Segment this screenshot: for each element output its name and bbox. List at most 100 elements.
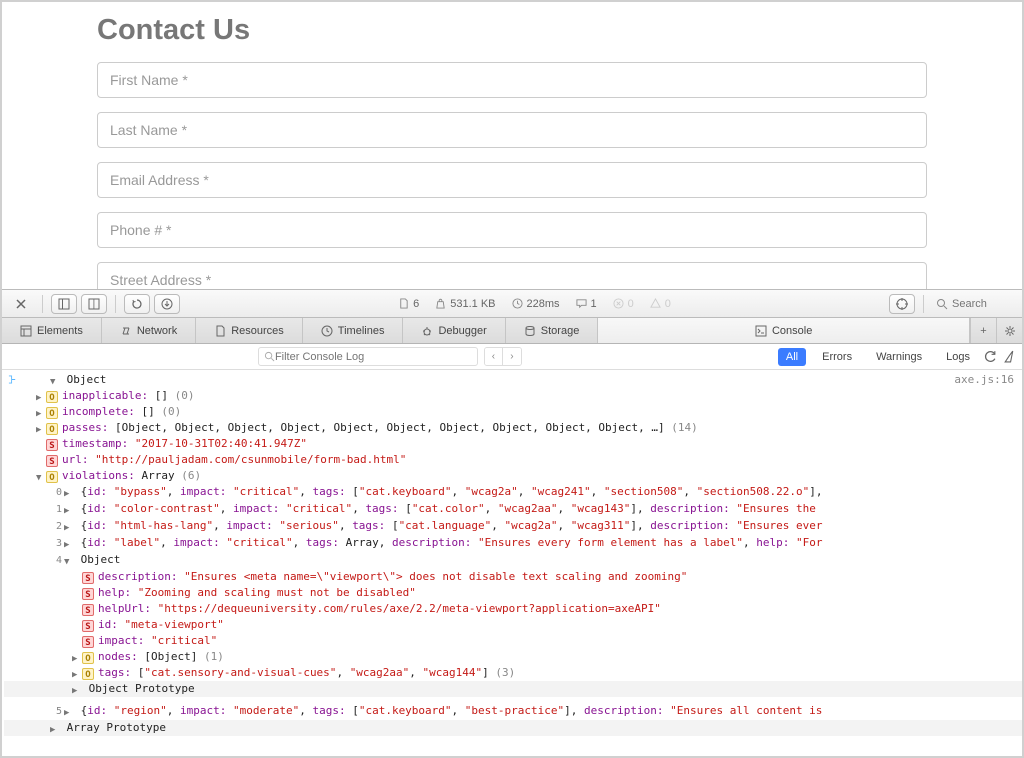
violation-row[interactable]: 3 {id: "label", impact: "critical", tags… — [4, 535, 1022, 552]
tab-console[interactable]: Console — [598, 318, 970, 343]
tab-debugger[interactable]: Debugger — [403, 318, 505, 343]
phone-input[interactable] — [97, 212, 927, 248]
violation-row[interactable]: 2 {id: "html-has-lang", impact: "serious… — [4, 518, 1022, 535]
gear-icon — [1004, 325, 1016, 337]
log-count: 1 — [570, 294, 603, 314]
prototype-row[interactable]: Object Prototype — [4, 681, 1022, 697]
warning-count: 0 — [644, 294, 677, 314]
file-icon — [398, 298, 409, 309]
dock-left-icon — [58, 298, 70, 310]
reload-button[interactable] — [124, 294, 150, 314]
devtools-toolbar: 6 531.1 KB 228ms 1 0 0 — [2, 290, 1022, 318]
disclosure-icon[interactable] — [64, 520, 74, 530]
object-glyph-icon: O — [82, 668, 94, 680]
disclosure-icon[interactable] — [64, 705, 74, 715]
string-glyph-icon: S — [46, 455, 58, 467]
filter-logs[interactable]: Logs — [938, 348, 978, 366]
dock-right-button[interactable] — [81, 294, 107, 314]
refresh-button[interactable] — [984, 350, 997, 363]
close-icon — [15, 298, 27, 310]
disclosure-icon[interactable] — [72, 651, 82, 661]
broom-icon — [1003, 350, 1016, 363]
disclosure-icon[interactable] — [64, 537, 74, 547]
object-label: Object — [67, 373, 107, 386]
filter-errors[interactable]: Errors — [814, 348, 860, 366]
download-button[interactable] — [154, 294, 180, 314]
tab-storage[interactable]: Storage — [506, 318, 599, 343]
string-glyph-icon: S — [82, 572, 94, 584]
violation-row[interactable]: 0 {id: "bypass", impact: "critical", tag… — [4, 484, 1022, 501]
string-glyph-icon: S — [82, 636, 94, 648]
disclosure-icon[interactable] — [72, 683, 82, 693]
prototype-row[interactable]: Array Prototype — [4, 720, 1022, 736]
chat-icon — [576, 298, 587, 309]
email-input[interactable] — [97, 162, 927, 198]
tree-root[interactable]: Object — [4, 372, 1022, 388]
violation-row[interactable]: 4 Object — [4, 552, 1022, 569]
filter-all[interactable]: All — [778, 348, 806, 366]
search-icon — [936, 298, 948, 310]
error-icon — [613, 298, 624, 309]
tab-elements[interactable]: Elements — [2, 318, 102, 343]
violation-row[interactable]: 1 {id: "color-contrast", impact: "critic… — [4, 501, 1022, 518]
dock-left-button[interactable] — [51, 294, 77, 314]
disclosure-icon[interactable] — [64, 486, 74, 496]
string-glyph-icon: S — [82, 588, 94, 600]
disclosure-icon[interactable] — [72, 667, 82, 677]
string-glyph-icon: S — [46, 439, 58, 451]
page-title: Contact Us — [97, 14, 927, 47]
debugger-icon — [421, 325, 433, 337]
toolbar-search-input[interactable] — [952, 298, 1012, 310]
tab-resources[interactable]: Resources — [196, 318, 303, 343]
elements-icon — [20, 325, 32, 337]
download-icon — [161, 298, 173, 310]
devtools-panel: 6 531.1 KB 228ms 1 0 0 — [2, 289, 1022, 756]
disclosure-icon[interactable] — [36, 422, 46, 432]
tab-timelines[interactable]: Timelines — [303, 318, 404, 343]
load-time: 228ms — [506, 294, 566, 314]
first-name-input[interactable] — [97, 62, 927, 98]
devtools-tabs: Elements Network Resources Timelines Deb… — [2, 318, 1022, 344]
prev-match-button[interactable]: ‹ — [485, 348, 503, 365]
storage-icon — [524, 325, 536, 337]
disclosure-icon[interactable] — [64, 503, 74, 513]
add-tab-button[interactable]: + — [970, 318, 996, 343]
next-match-button[interactable]: › — [503, 348, 521, 365]
page-content: Contact Us — [2, 2, 1022, 289]
tab-network[interactable]: Network — [102, 318, 196, 343]
console-icon — [755, 325, 767, 337]
reload-icon — [131, 298, 143, 310]
warning-icon — [650, 298, 661, 309]
disclosure-icon[interactable] — [36, 390, 46, 400]
disclosure-icon[interactable] — [50, 374, 60, 384]
resources-icon — [214, 325, 226, 337]
console-output[interactable]: axe.js:16 Object Oinapplicable: [] (0) O… — [2, 370, 1022, 756]
close-button[interactable] — [8, 294, 34, 314]
string-glyph-icon: S — [82, 620, 94, 632]
timelines-icon — [321, 325, 333, 337]
object-glyph-icon: O — [46, 471, 58, 483]
dock-right-icon — [88, 298, 100, 310]
violation-row[interactable]: 5 {id: "region", impact: "moderate", tag… — [4, 703, 1022, 720]
console-filter-input[interactable] — [275, 351, 472, 363]
resource-count: 6 — [392, 294, 425, 314]
clock-icon — [512, 298, 523, 309]
object-glyph-icon: O — [46, 407, 58, 419]
clear-button[interactable] — [1003, 350, 1016, 363]
transfer-size: 531.1 KB — [429, 294, 501, 314]
error-count: 0 — [607, 294, 640, 314]
tree-guide-icon — [8, 375, 17, 384]
inspect-button[interactable] — [889, 294, 915, 314]
disclosure-icon[interactable] — [36, 406, 46, 416]
street-input[interactable] — [97, 262, 927, 289]
refresh-icon — [984, 350, 997, 363]
search-icon — [264, 351, 275, 362]
settings-button[interactable] — [996, 318, 1022, 343]
string-glyph-icon: S — [82, 604, 94, 616]
disclosure-icon[interactable] — [36, 470, 46, 480]
filter-warnings[interactable]: Warnings — [868, 348, 930, 366]
object-glyph-icon: O — [46, 391, 58, 403]
disclosure-icon[interactable] — [50, 722, 60, 732]
last-name-input[interactable] — [97, 112, 927, 148]
disclosure-icon[interactable] — [64, 554, 74, 564]
